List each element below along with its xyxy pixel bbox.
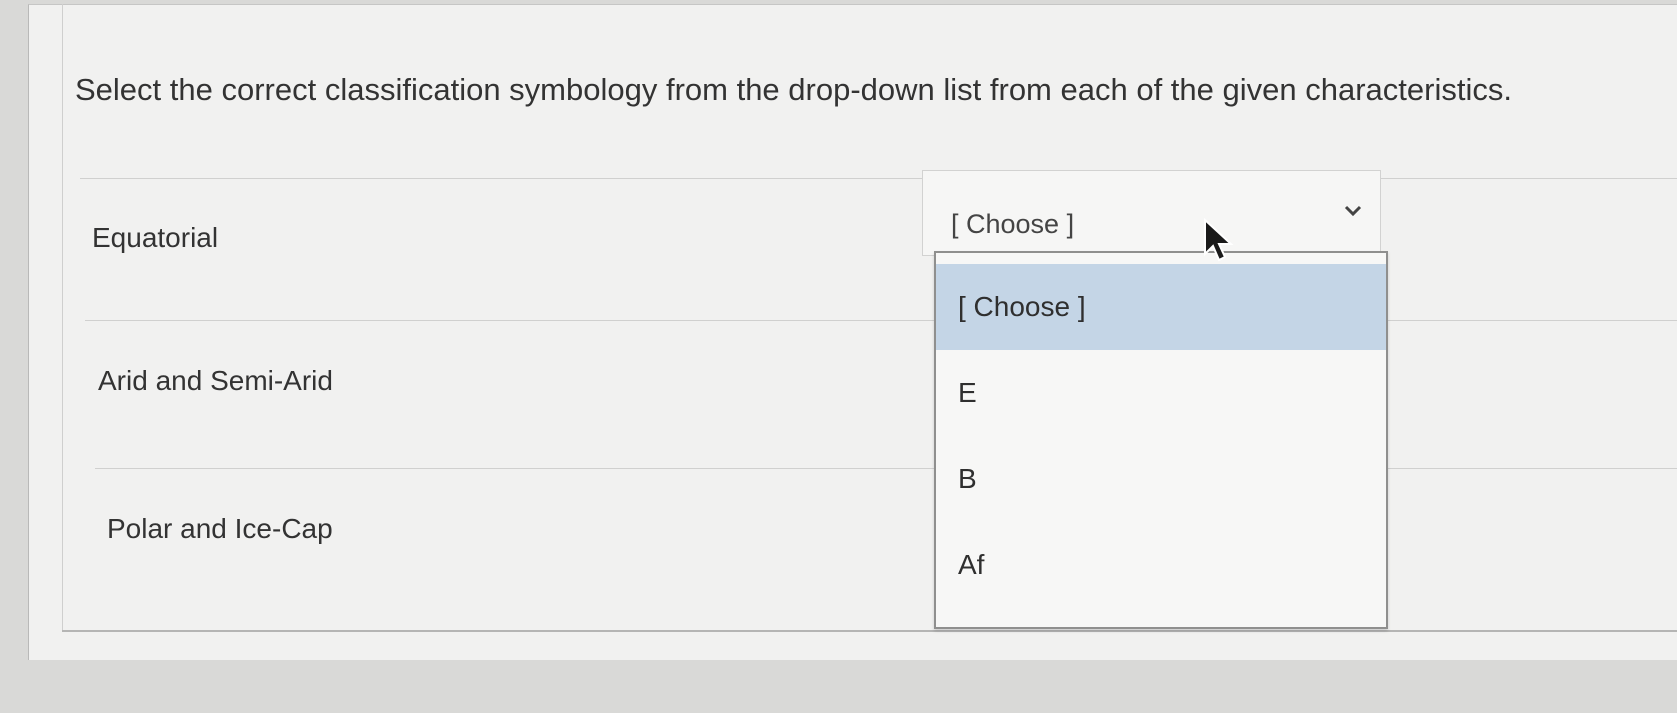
panel-divider xyxy=(62,4,63,632)
row-divider xyxy=(95,468,1677,469)
row-label-polar: Polar and Ice-Cap xyxy=(107,513,333,544)
row-label-equatorial: Equatorial xyxy=(92,222,219,253)
panel-bottom-border xyxy=(62,630,1677,632)
row-divider xyxy=(80,178,1677,179)
option-label: [ Choose ] xyxy=(958,291,1086,322)
option-label: Af xyxy=(958,549,985,580)
question-text: Select the correct classification symbol… xyxy=(75,72,1512,107)
option-label: E xyxy=(958,377,977,408)
chevron-down-icon[interactable] xyxy=(1344,201,1362,219)
select-value: [ Choose ] xyxy=(951,209,1075,239)
row-label-arid: Arid and Semi-Arid xyxy=(98,365,333,396)
option-label: B xyxy=(958,463,977,494)
dropdown-option-e[interactable]: E xyxy=(936,350,1386,436)
dropdown-option-b[interactable]: B xyxy=(936,436,1386,522)
dropdown-option-af[interactable]: Af xyxy=(936,522,1386,608)
classification-select[interactable]: [ Choose ] xyxy=(922,170,1381,256)
row-divider xyxy=(85,320,1677,321)
dropdown-option-choose[interactable]: [ Choose ] xyxy=(936,264,1386,350)
mouse-cursor-icon xyxy=(1204,218,1234,262)
dropdown-list: [ Choose ] E B Af xyxy=(934,251,1388,629)
